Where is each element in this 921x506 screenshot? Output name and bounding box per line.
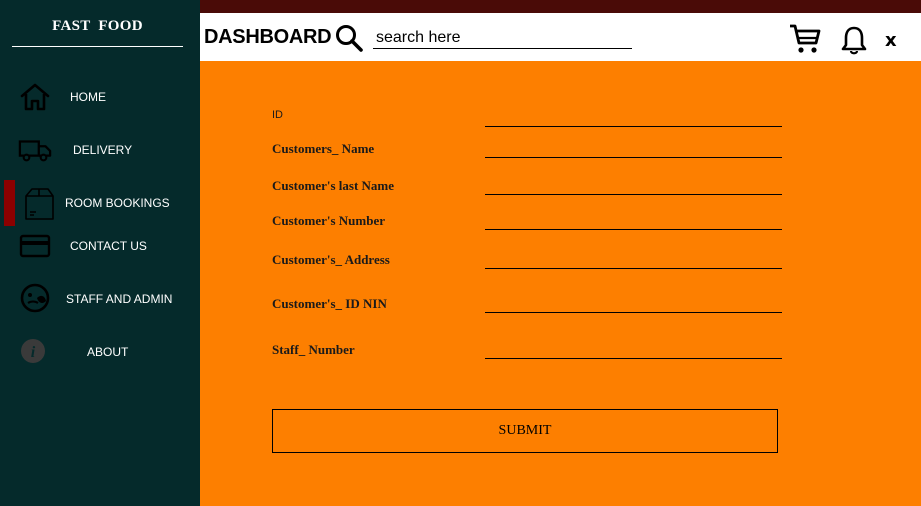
field-label-address: Customer's_ Address <box>272 252 390 267</box>
staff-number-field[interactable] <box>485 338 782 359</box>
field-label-last-name: Customer's last Name <box>272 178 395 193</box>
field-label-staff-number: Staff_ Number <box>272 342 355 357</box>
top-strip <box>200 0 921 13</box>
sidebar-item-about[interactable]: i ABOUT <box>0 333 200 373</box>
home-icon <box>18 82 52 112</box>
brand-title: FAST FOOD <box>52 18 143 34</box>
sidebar-item-home[interactable]: HOME <box>0 78 200 118</box>
customer-number-field[interactable] <box>485 209 782 230</box>
sidebar-item-label: STAFF AND ADMIN <box>66 292 173 306</box>
sidebar-item-label: CONTACT US <box>70 239 147 253</box>
user-face-icon <box>18 283 52 313</box>
field-label-id: ID <box>272 109 283 121</box>
search-icon[interactable] <box>334 23 364 53</box>
submit-button[interactable]: SUBMIT <box>272 409 778 453</box>
sidebar-item-label: ROOM BOOKINGS <box>65 196 170 210</box>
last-name-field[interactable] <box>485 174 782 195</box>
truck-icon <box>18 135 52 165</box>
sidebar-item-staff-and-admin[interactable]: STAFF AND ADMIN <box>0 280 200 320</box>
card-icon <box>18 231 52 261</box>
svg-text:i: i <box>31 344 36 361</box>
field-label-customer-number: Customer's Number <box>272 213 386 228</box>
sidebar: FAST FOOD HOME DELIVERY ROOM BOOKINGS CO… <box>0 0 200 506</box>
header-bar: DASHBOARD x <box>200 13 921 61</box>
sidebar-item-room-bookings[interactable]: ROOM BOOKINGS <box>0 184 200 224</box>
sidebar-item-label: ABOUT <box>87 345 129 359</box>
close-icon[interactable]: x <box>885 30 897 51</box>
bell-icon[interactable] <box>840 25 868 55</box>
cart-icon[interactable] <box>788 23 822 55</box>
field-label-customer-name: Customers_ Name <box>272 141 375 156</box>
field-label-id-nin: Customer's_ ID NIN <box>272 296 387 311</box>
info-icon: i <box>18 336 52 366</box>
id-nin-field[interactable] <box>485 292 782 313</box>
page-title: DASHBOARD <box>204 26 332 48</box>
sidebar-item-delivery[interactable]: DELIVERY <box>0 131 200 171</box>
sidebar-item-contact-us[interactable]: CONTACT US <box>0 227 200 267</box>
sidebar-item-label: HOME <box>70 90 106 104</box>
sidebar-item-label: DELIVERY <box>73 143 133 157</box>
box-icon <box>22 186 56 222</box>
id-field[interactable] <box>485 106 782 127</box>
customer-name-field[interactable] <box>485 137 782 158</box>
address-field[interactable] <box>485 248 782 269</box>
search-input[interactable] <box>373 28 632 49</box>
brand-divider <box>12 46 183 47</box>
